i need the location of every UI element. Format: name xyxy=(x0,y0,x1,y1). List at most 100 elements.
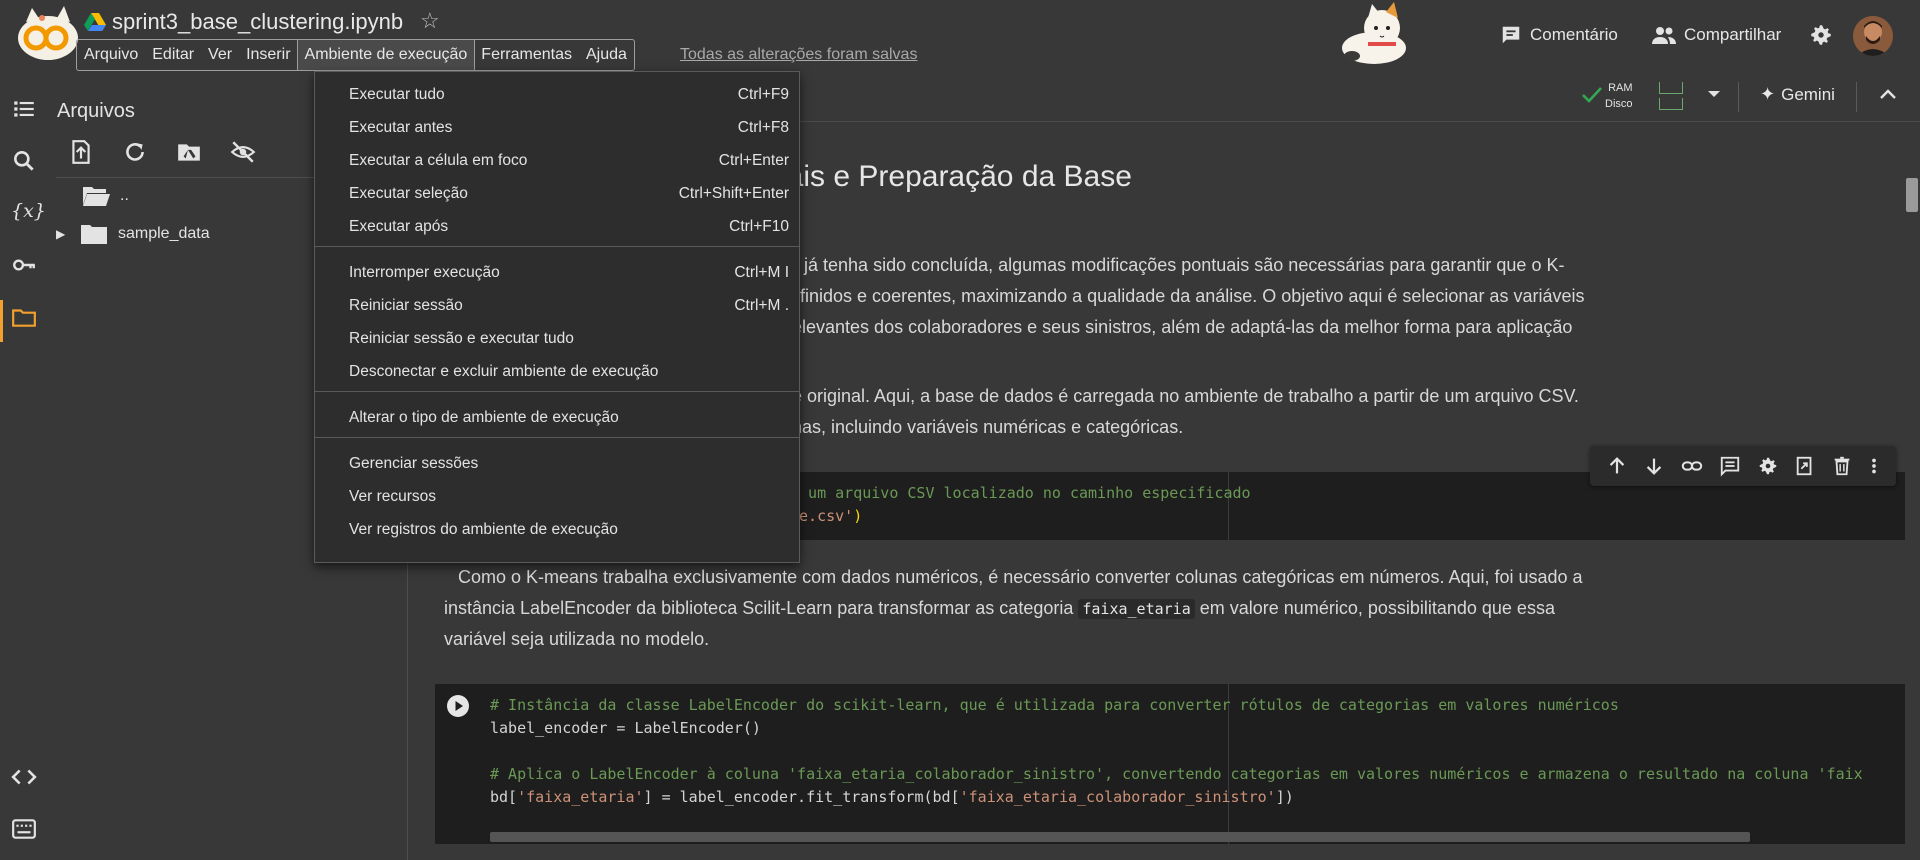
resource-dropdown-icon[interactable] xyxy=(1706,86,1722,102)
text-line: instância LabelEncoder da biblioteca Sci… xyxy=(444,593,1555,625)
ram-label: RAM xyxy=(1608,82,1633,94)
section-heading: eais e Preparação da Base xyxy=(770,160,1132,193)
resource-monitor[interactable]: RAM Disco xyxy=(1605,80,1683,112)
variables-icon[interactable]: {x} xyxy=(11,200,46,226)
horizontal-scrollbar[interactable] xyxy=(490,832,1750,842)
drive-icon[interactable] xyxy=(84,12,106,32)
notebook-title[interactable]: sprint3_base_clustering.ipynb xyxy=(112,9,403,35)
text-line: e original. Aqui, a base de dados é carr… xyxy=(792,386,1579,406)
star-icon[interactable]: ☆ xyxy=(420,8,440,34)
menu-insert[interactable]: Inserir xyxy=(239,40,297,70)
search-icon[interactable] xyxy=(11,148,37,174)
code-segment: bd[ xyxy=(490,788,518,806)
folder-icon[interactable] xyxy=(11,304,37,330)
runtime-menu-item[interactable]: Reiniciar sessão Ctrl+M . xyxy=(315,289,799,322)
menu-item-label: Executar após xyxy=(349,217,449,235)
menu-item-shortcut: Ctrl+Enter xyxy=(718,151,789,169)
expand-arrow-icon[interactable]: ▶ xyxy=(56,227,70,241)
text-line: elevantes dos colaboradores e seus sinis… xyxy=(792,317,1573,337)
menu-edit[interactable]: Editar xyxy=(145,40,201,70)
menu-item-shortcut: Ctrl+M I xyxy=(734,263,789,281)
key-icon[interactable] xyxy=(11,252,37,278)
run-cell-button[interactable] xyxy=(446,694,470,718)
colab-logo[interactable] xyxy=(6,2,86,66)
menu-item-label: Ver recursos xyxy=(349,487,437,505)
runtime-menu-item[interactable]: Interromper execução Ctrl+M I xyxy=(315,256,799,289)
tree-item-parent[interactable]: .. xyxy=(82,185,129,207)
gear-icon[interactable] xyxy=(1808,22,1834,48)
disk-bar xyxy=(1659,98,1683,110)
code-snippets-icon[interactable] xyxy=(11,764,37,790)
text-line: os já tenha sido concluída, algumas modi… xyxy=(780,255,1565,275)
runtime-menu-item[interactable]: Ver recursos xyxy=(315,480,799,513)
menu-file[interactable]: Arquivo xyxy=(77,40,145,70)
menu-item-label: Ver registros do ambiente de execução xyxy=(349,520,618,538)
cell-toolbar xyxy=(1590,446,1896,486)
runtime-menu-item[interactable]: Executar seleção Ctrl+Shift+Enter xyxy=(315,177,799,210)
runtime-menu-item[interactable]: Ver registros do ambiente de execução xyxy=(315,513,799,546)
mirror-cell-icon[interactable] xyxy=(1794,455,1816,477)
link-icon[interactable] xyxy=(1680,455,1704,477)
menu-item-label: Desconectar e excluir ambiente de execuç… xyxy=(349,362,659,380)
text-line: variável seja utilizada no modelo. xyxy=(444,629,710,649)
more-vert-icon[interactable] xyxy=(1868,455,1880,477)
comment-icon[interactable] xyxy=(1719,455,1741,477)
delete-icon[interactable] xyxy=(1831,455,1853,477)
menu-help[interactable]: Ajuda xyxy=(579,40,634,70)
runtime-menu-item[interactable]: Executar após Ctrl+F10 xyxy=(315,210,799,243)
code-string: 'faixa_etaria' xyxy=(517,788,644,806)
connected-check-icon[interactable] xyxy=(1580,84,1604,106)
tree-item-label: .. xyxy=(120,187,129,204)
gear-icon[interactable] xyxy=(1757,455,1779,477)
refresh-icon[interactable] xyxy=(122,139,148,165)
menu-item-label: Reiniciar sessão xyxy=(349,296,463,314)
gemini-button[interactable]: ✦ Gemini xyxy=(1760,84,1835,105)
menu-item-label: Executar antes xyxy=(349,118,453,136)
menu-item-shortcut: Ctrl+F9 xyxy=(737,85,789,103)
move-down-icon[interactable] xyxy=(1643,455,1665,477)
menu-tools[interactable]: Ferramentas xyxy=(474,40,579,70)
runtime-menu-item[interactable]: Desconectar e excluir ambiente de execuç… xyxy=(315,355,799,388)
avatar[interactable] xyxy=(1853,16,1893,56)
people-icon xyxy=(1652,27,1676,44)
menu-runtime[interactable]: Ambiente de execução xyxy=(296,39,476,71)
scrollbar-thumb[interactable] xyxy=(1906,178,1918,212)
runtime-menu-item[interactable]: Alterar o tipo de ambiente de execução xyxy=(315,401,799,434)
ram-bar xyxy=(1659,82,1683,94)
menu-view[interactable]: Ver xyxy=(201,40,239,70)
share-label: Compartilhar xyxy=(1684,25,1782,44)
folder-open-icon xyxy=(83,187,110,206)
hide-files-icon[interactable] xyxy=(230,139,256,165)
code-string: 'faixa_etaria_colaborador_sinistro' xyxy=(959,788,1276,806)
menu-item-label: Executar a célula em foco xyxy=(349,151,528,169)
code-comment: # Aplica o LabelEncoder à coluna 'faixa_… xyxy=(490,765,1863,783)
sparkle-icon: ✦ xyxy=(1760,84,1776,104)
runtime-menu-item[interactable]: Gerenciar sessões xyxy=(315,447,799,480)
mount-drive-icon[interactable] xyxy=(176,139,202,165)
menu-item-label: Alterar o tipo de ambiente de execução xyxy=(349,408,619,426)
menu-item-label: Gerenciar sessões xyxy=(349,454,479,472)
move-up-icon[interactable] xyxy=(1606,455,1628,477)
share-button[interactable]: Compartilhar xyxy=(1652,24,1781,46)
collapse-chevron-icon[interactable] xyxy=(1878,86,1898,102)
table-of-contents-icon[interactable] xyxy=(11,96,37,122)
saved-status-link[interactable]: Todas as alterações foram salvas xyxy=(680,46,917,64)
tree-item-sample-data[interactable]: ▶ sample_data xyxy=(56,223,210,245)
upload-icon[interactable] xyxy=(68,139,94,165)
runtime-menu-item[interactable]: Executar a célula em foco Ctrl+Enter xyxy=(315,144,799,177)
runtime-menu: Executar tudo Ctrl+F9 Executar antes Ctrl+F… xyxy=(314,71,800,563)
comment-button[interactable]: Comentário xyxy=(1500,24,1618,46)
comment-label: Comentário xyxy=(1530,25,1618,44)
code-comment: e um arquivo CSV localizado no caminho e… xyxy=(790,484,1251,502)
runtime-menu-item[interactable]: Reiniciar sessão e executar tudo xyxy=(315,322,799,355)
text-line: Como o K-means trabalha exclusivamente c… xyxy=(458,567,1583,587)
code-segment: ] = label_encoder.fit_transform(bd[ xyxy=(643,788,960,806)
terminal-icon[interactable] xyxy=(11,816,37,842)
code-line: label_encoder = LabelEncoder() xyxy=(490,717,761,740)
menu-separator xyxy=(315,437,799,438)
menu-item-label: Interromper execução xyxy=(349,263,500,281)
menu-separator xyxy=(315,246,799,247)
runtime-menu-item[interactable]: Executar antes Ctrl+F8 xyxy=(315,111,799,144)
menu-item-label: Executar tudo xyxy=(349,85,445,103)
runtime-menu-item[interactable]: Executar tudo Ctrl+F9 xyxy=(315,78,799,111)
